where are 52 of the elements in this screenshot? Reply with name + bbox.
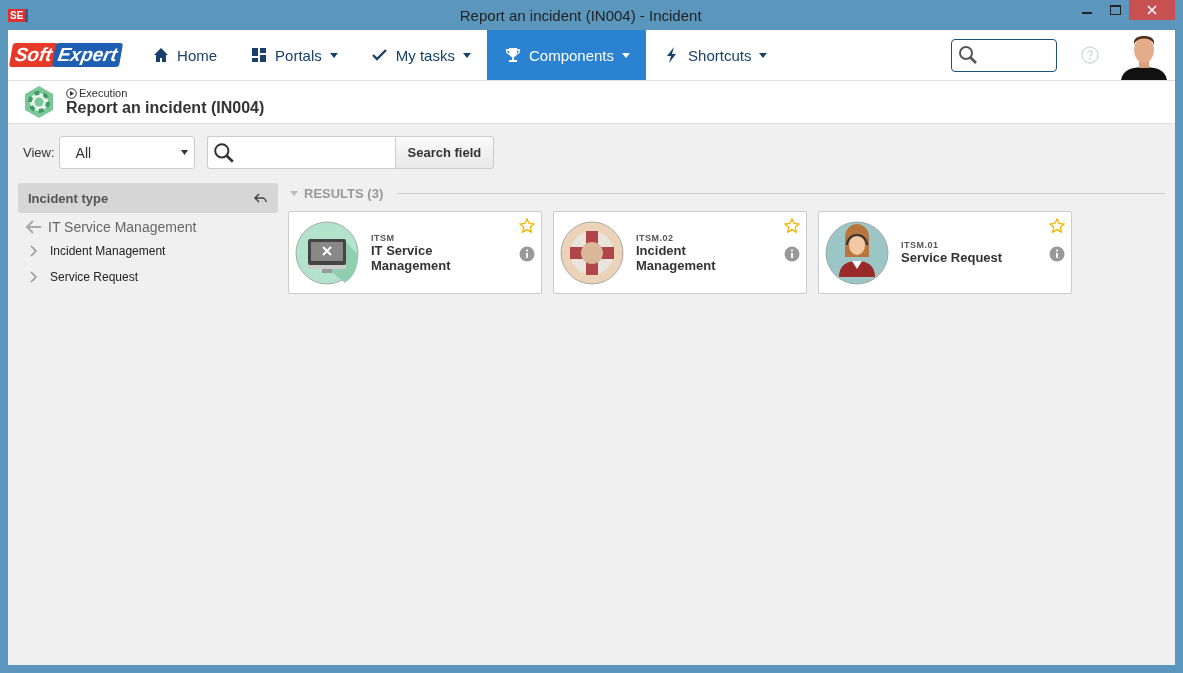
headset-agent-icon: [825, 220, 889, 285]
page-title: Report an incident (IN004): [66, 99, 265, 117]
star-icon[interactable]: [1049, 218, 1065, 234]
grid-icon: [251, 47, 268, 63]
undo-icon[interactable]: [254, 192, 268, 204]
view-dropdown[interactable]: All: [58, 136, 195, 169]
trophy-icon: [504, 47, 521, 63]
result-card[interactable]: ITSM.02 Incident Management: [553, 211, 807, 294]
monitor-icon: [295, 220, 359, 285]
close-icon: [1147, 5, 1157, 15]
search-field[interactable]: [951, 38, 1057, 72]
search-icon: [212, 141, 235, 164]
mode-label: Execution: [66, 87, 265, 99]
info-icon[interactable]: [784, 246, 800, 262]
window-title: Report an incident (IN004) - Incident: [458, 6, 703, 24]
star-icon[interactable]: [784, 218, 800, 234]
caret-icon: [180, 150, 188, 155]
app-icon: SE: [8, 8, 29, 22]
info-icon[interactable]: [519, 246, 535, 262]
result-card[interactable]: ITSM.01 Service Request: [818, 211, 1072, 294]
result-card[interactable]: ITSM IT Service Management: [288, 211, 542, 294]
maximize-icon: [1109, 5, 1121, 15]
item-title: Service Request: [901, 250, 1004, 265]
search-button[interactable]: Search field: [394, 136, 495, 169]
tree-item[interactable]: Incident Management: [18, 239, 278, 265]
caret-down-icon[interactable]: [290, 190, 298, 196]
tree-item[interactable]: IT Service Management: [18, 213, 278, 239]
item-code: ITSM.02: [636, 232, 675, 243]
view-label: View:: [23, 145, 55, 160]
close-button[interactable]: [1129, 0, 1175, 20]
lifebuoy-icon: [560, 220, 624, 285]
tree-item[interactable]: Service Request: [18, 265, 278, 291]
sidebar-title: Incident type: [28, 190, 109, 206]
help-icon[interactable]: [1081, 46, 1099, 64]
chevron-icon: [30, 245, 38, 257]
info-icon[interactable]: [1049, 246, 1065, 262]
search-icon: [958, 45, 978, 65]
item-code: ITSM: [371, 232, 396, 243]
star-icon[interactable]: [519, 218, 535, 234]
chevron-icon: [30, 271, 38, 283]
logo[interactable]: Soft Expert: [8, 30, 136, 80]
nav-tab[interactable]: Components: [486, 30, 647, 80]
play-icon: [66, 87, 77, 99]
item-title: Incident Management: [636, 242, 717, 273]
results-title: RESULTS (3): [304, 185, 384, 201]
item-title: IT Service Management: [371, 242, 452, 273]
checkmark-icon: [371, 47, 388, 63]
minimize-icon: [1082, 12, 1092, 14]
item-code: ITSM.01: [901, 240, 940, 250]
lifebuoy-icon: [22, 85, 56, 119]
back-arrow-icon: [26, 220, 42, 234]
home-icon: [153, 47, 170, 63]
